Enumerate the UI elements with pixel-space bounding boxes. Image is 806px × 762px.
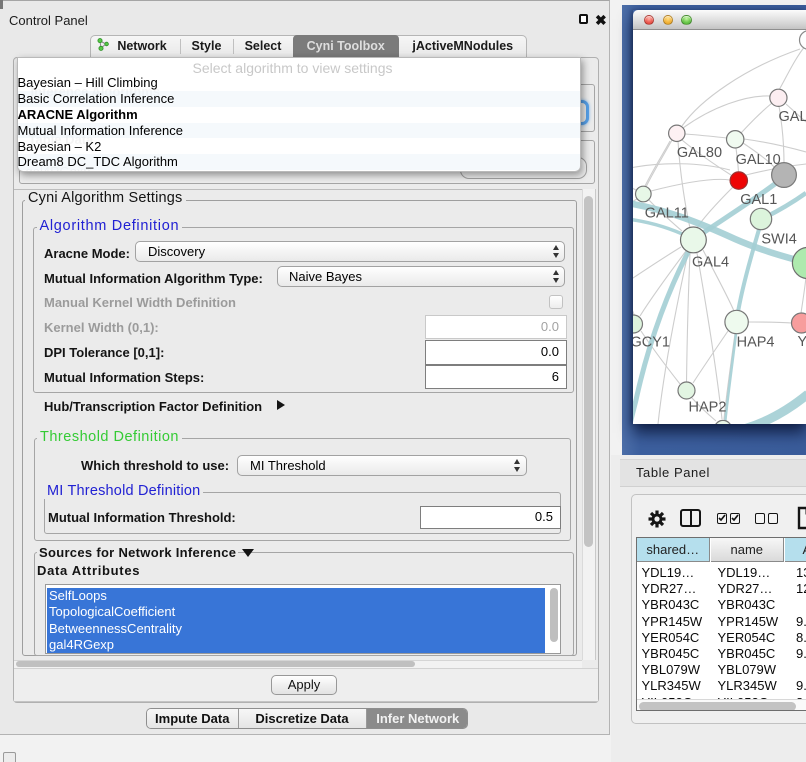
svg-text:HAP4: HAP4 <box>737 335 775 351</box>
svg-text:HAP2: HAP2 <box>689 400 727 416</box>
svg-text:GAL80: GAL80 <box>677 145 722 161</box>
svg-text:SWI4: SWI4 <box>761 232 796 248</box>
svg-text:GAL4: GAL4 <box>692 255 729 271</box>
svg-text:YJ: YJ <box>798 334 806 350</box>
svg-text:GCY1: GCY1 <box>633 335 670 351</box>
svg-text:GAL7: GAL7 <box>779 109 806 125</box>
svg-text:GAL10: GAL10 <box>736 152 781 168</box>
svg-text:GAL11: GAL11 <box>645 206 689 222</box>
svg-text:GAL1: GAL1 <box>740 192 777 208</box>
